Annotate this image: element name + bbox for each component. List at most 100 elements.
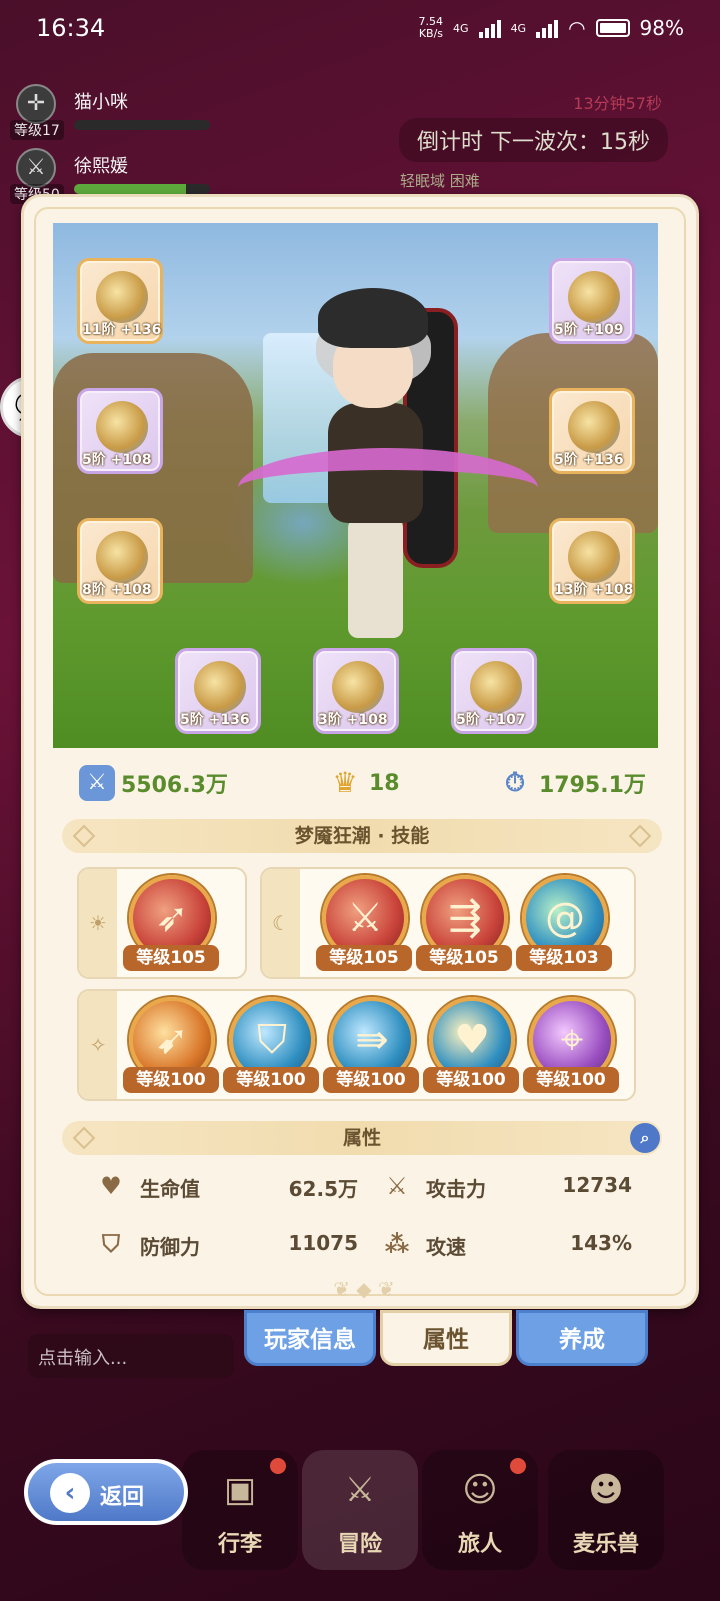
attack-speed-attribute: ⁂ 攻速 143% [382, 1229, 632, 1265]
crown-count: ♛ 18 [327, 765, 399, 801]
multi-arrow-skill[interactable]: ➶ 等级105 [123, 875, 219, 975]
arrow-rain-skill[interactable]: ⇛ 等级100 [323, 997, 419, 1097]
notification-dot [510, 1458, 526, 1474]
star-icon: ✧ [79, 991, 117, 1099]
chat-input[interactable]: 点击输入... [28, 1334, 234, 1378]
net-speed: 7.54 KB/s [418, 15, 444, 40]
target-skill[interactable]: ⌖ 等级100 [523, 997, 619, 1097]
cat-icon: ☻ [588, 1470, 624, 1510]
clock: 16:34 [36, 14, 106, 42]
tab-attributes[interactable]: 属性 [380, 1310, 512, 1366]
tab-player-info[interactable]: 玩家信息 [244, 1310, 376, 1366]
moon-skill-group: ☾ ⚔ 等级105 ⇶ 等级105 @ 等级103 [260, 867, 636, 979]
signal-icon [478, 18, 501, 38]
character-model[interactable] [238, 288, 538, 648]
member-hp-bar [74, 184, 210, 194]
character-panel: 11阶 +136 5阶 +108 8阶 +108 5阶 +109 5阶 +136… [21, 194, 699, 1309]
tab-cultivate[interactable]: 养成 [516, 1310, 648, 1366]
shield-sword-icon: ⚔ [79, 765, 115, 801]
charm-icon [470, 661, 522, 713]
nav-adventure[interactable]: ⚔ 冒险 [302, 1450, 418, 1570]
back-arrow-icon: ‹ [50, 1473, 90, 1513]
skills-header: 梦魇狂潮 · 技能 [62, 819, 662, 853]
net-type-2: 4G [510, 21, 527, 35]
member-level: 等级17 [10, 120, 64, 140]
necklace-icon [332, 661, 384, 713]
magnify-button[interactable]: ⌕ [630, 1123, 660, 1153]
shield-icon: ⛉ [102, 1230, 120, 1258]
gloves-equip[interactable]: 5阶 +136 [549, 388, 635, 474]
party-member[interactable]: ✛ 等级17 猫小咪 [10, 80, 220, 144]
charm-equip[interactable]: 5阶 +107 [451, 648, 537, 734]
ring-icon [194, 661, 246, 713]
status-bar: 16:34 7.54 KB/s 4G 4G ◠ 98% [0, 0, 720, 56]
heart-skill[interactable]: ♥ 等级100 [423, 997, 519, 1097]
net-type-1: 4G [453, 21, 469, 35]
bow-icon [96, 271, 148, 323]
diamond-ornament-icon [72, 824, 96, 848]
sword-icon: ⚔ [16, 148, 56, 188]
sun-skill-group: ☀ ➶ 等级105 [77, 867, 247, 979]
armor-equip[interactable]: 5阶 +108 [77, 388, 163, 474]
elapsed-time: 13分钟57秒 [573, 94, 662, 113]
nodes-icon: ⁂ [384, 1230, 410, 1258]
signal-icon [536, 18, 559, 38]
hp-attribute: ♥ 生命值 62.5万 [96, 1171, 358, 1207]
region-label: 轻眠域 困难 [400, 172, 480, 190]
stopwatch-icon: ⏱ [504, 768, 526, 798]
nav-traveler[interactable]: ☺ 旅人 [422, 1450, 538, 1570]
crossed-swords-icon: ⚔ [386, 1172, 408, 1200]
triple-arrow-skill[interactable]: ⇶ 等级105 [416, 875, 512, 975]
party-list: ✛ 等级17 猫小咪 ⚔ 等级50 徐熙媛 [10, 80, 220, 208]
necklace-equip[interactable]: 3阶 +108 [313, 648, 399, 734]
attack-attribute: ⚔ 攻击力 12734 [382, 1171, 632, 1207]
moon-icon: ☾ [262, 869, 300, 977]
cat-ornament-icon: ❦ ◆ ❦ [333, 1277, 395, 1301]
nav-pet[interactable]: ☻ 麦乐兽 [548, 1450, 664, 1570]
battery-percent: 98% [639, 16, 684, 40]
passive-skill-group: ✧ ➹ 等级100 ⛉ 等级100 ⇛ 等级100 ♥ 等级100 ⌖ 等级10… [77, 989, 636, 1101]
summary-stats: ⚔ 5506.3万 ♛ 18 ⏱ 1795.1万 [79, 765, 649, 805]
crosshair-icon: ✛ [16, 84, 56, 124]
ring-equip[interactable]: 5阶 +136 [175, 648, 261, 734]
character-scene: 11阶 +136 5阶 +108 8阶 +108 5阶 +109 5阶 +136… [53, 223, 658, 748]
helmet-icon [568, 271, 620, 323]
character-hat [318, 288, 428, 348]
defense-attribute: ⛉ 防御力 11075 [96, 1229, 358, 1265]
back-button[interactable]: ‹ 返回 [24, 1459, 188, 1525]
speed-stat: ⏱ 1795.1万 [497, 765, 646, 801]
broken-shield-skill[interactable]: ⛉ 等级100 [223, 997, 319, 1097]
notification-dot [270, 1458, 286, 1474]
flying-arrow-skill[interactable]: ➹ 等级100 [123, 997, 219, 1097]
member-hp-bar [74, 120, 210, 130]
member-name: 徐熙媛 [74, 156, 128, 177]
combat-power: ⚔ 5506.3万 [79, 765, 228, 801]
vortex-skill[interactable]: @ 等级103 [516, 875, 612, 975]
pants-icon [96, 531, 148, 583]
battery-icon [595, 19, 630, 37]
wifi-icon: ◠ [568, 16, 586, 40]
diamond-ornament-icon [628, 824, 652, 848]
sun-icon: ☀ [79, 869, 117, 977]
gloves-icon [568, 401, 620, 453]
diamond-ornament-icon [72, 1126, 96, 1150]
wave-countdown: 倒计时 下一波次：15秒 [399, 118, 668, 162]
character-legs [348, 518, 403, 638]
boots-icon [568, 531, 620, 583]
chest-icon: ▣ [223, 1470, 257, 1510]
bow-equip[interactable]: 11阶 +136 [77, 258, 163, 344]
status-icons: 7.54 KB/s 4G 4G ◠ 98% [418, 15, 684, 41]
crown-icon: ♛ [332, 766, 358, 799]
character-bow [238, 448, 538, 528]
crossed-swords-icon: ⚔ [344, 1470, 376, 1510]
boots-equip[interactable]: 13阶 +108 [549, 518, 635, 604]
armor-icon [96, 401, 148, 453]
person-icon: ☺ [462, 1470, 498, 1510]
sword-slash-skill[interactable]: ⚔ 等级105 [316, 875, 412, 975]
helmet-equip[interactable]: 5阶 +109 [549, 258, 635, 344]
heart-icon: ♥ [100, 1172, 122, 1200]
pants-equip[interactable]: 8阶 +108 [77, 518, 163, 604]
nav-luggage[interactable]: ▣ 行李 [182, 1450, 298, 1570]
member-name: 猫小咪 [74, 92, 128, 113]
attributes-header: 属性 ⌕ [62, 1121, 662, 1155]
